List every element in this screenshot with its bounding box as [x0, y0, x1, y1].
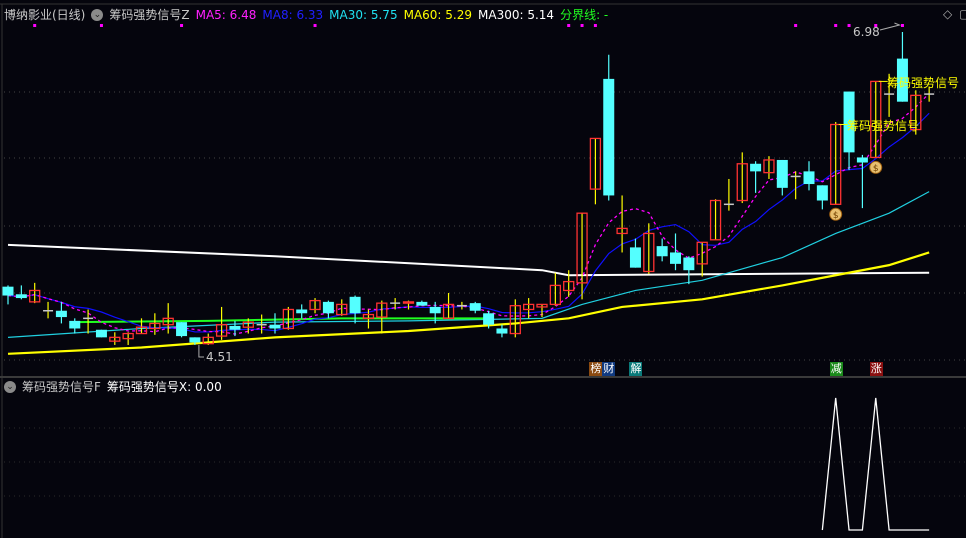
- square-icon[interactable]: ▢: [959, 7, 966, 21]
- lower-indicator-value: 筹码强势信号X: 0.00: [106, 380, 222, 394]
- candle-body: [2, 286, 14, 296]
- candle-body: [95, 329, 107, 338]
- candle-body: [15, 294, 27, 299]
- lower-indicator-name[interactable]: 筹码强势信号F: [22, 378, 101, 395]
- signal-tag[interactable]: 财: [602, 362, 616, 376]
- chevron-down-icon[interactable]: ⌄: [91, 8, 104, 21]
- signal-dot: [593, 24, 597, 27]
- signal-tag[interactable]: 解: [629, 362, 643, 376]
- kline-chart[interactable]: $$: [0, 0, 966, 538]
- ma5-line: [7, 92, 930, 335]
- signal-dot: [567, 24, 571, 27]
- candle-body: [322, 301, 334, 314]
- signal-tag[interactable]: 涨: [869, 362, 883, 376]
- candle-body: [469, 303, 481, 311]
- signal-dot: [33, 24, 37, 27]
- candle-body: [496, 328, 508, 334]
- candle-body: [176, 322, 188, 337]
- ma300-value: MA300: 5.14: [478, 7, 555, 22]
- candle-body: [229, 325, 241, 330]
- candle-body: [429, 306, 441, 314]
- ma60-line: [7, 251, 930, 355]
- candle-body: [416, 301, 428, 306]
- candle-body: [656, 246, 668, 257]
- divider-value: 分界线: -: [560, 8, 609, 22]
- money-bag-icon: $: [873, 164, 879, 174]
- candle-body: [269, 324, 281, 329]
- signal-dot: [180, 24, 184, 27]
- signal-dot: [99, 24, 103, 27]
- signal-dot: [313, 24, 317, 27]
- candle-body: [750, 163, 762, 172]
- ma5-value: MA5: 6.48: [195, 7, 257, 22]
- signal-label: 筹码强势信号: [847, 119, 920, 133]
- indicator-name[interactable]: 筹码强势信号Z: [109, 6, 189, 23]
- candle-body: [349, 296, 361, 314]
- candle-body: [402, 301, 415, 304]
- ma8-value: MA8: 6.33: [262, 7, 324, 22]
- signal-dot: [834, 24, 838, 27]
- candle-body: [816, 185, 828, 201]
- low-price-label: 4.51: [206, 350, 233, 364]
- money-bag-icon: $: [833, 211, 839, 221]
- signal-dot: [900, 24, 904, 27]
- candle-body: [803, 171, 815, 185]
- ma8-line: [7, 112, 930, 333]
- signal-x-line: [821, 397, 930, 531]
- candle-body: [670, 252, 681, 264]
- ma30-value: MA30: 5.75: [329, 7, 398, 22]
- candle-body: [69, 320, 81, 329]
- high-price-label: 6.98: [853, 25, 880, 39]
- chevron-down-icon[interactable]: ⌄: [4, 380, 16, 393]
- ma300-line: [7, 243, 930, 277]
- diamond-icon[interactable]: ◇: [943, 7, 952, 21]
- lower-header: ⌄ 筹码强势信号F 筹码强势信号X: 0.00: [4, 378, 222, 395]
- signal-dot: [794, 24, 798, 27]
- main-header: 博纳影业(日线) ⌄ 筹码强势信号Z MA5: 6.48 MA8: 6.33 M…: [4, 6, 608, 23]
- candle-body: [629, 247, 641, 268]
- signal-dot: [580, 24, 584, 27]
- ma60-value: MA60: 5.29: [403, 7, 473, 22]
- candle-body: [856, 157, 868, 163]
- candle-body: [683, 257, 695, 271]
- candle-body: [776, 159, 788, 188]
- candle-body: [603, 78, 615, 196]
- candle-body: [189, 337, 201, 343]
- signal-tag[interactable]: 榜: [589, 362, 603, 376]
- low-arrow: [198, 344, 204, 358]
- signal-tag[interactable]: 减: [829, 362, 843, 376]
- candle-body: [55, 310, 67, 318]
- high-arrow: [879, 22, 902, 31]
- signal-dot: [847, 24, 851, 27]
- ma30-line: [7, 191, 930, 338]
- candle-body: [483, 313, 495, 325]
- signal-label: 筹码强势信号: [887, 76, 960, 90]
- candle-body: [296, 309, 308, 314]
- stock-title: 博纳影业(日线): [4, 8, 86, 22]
